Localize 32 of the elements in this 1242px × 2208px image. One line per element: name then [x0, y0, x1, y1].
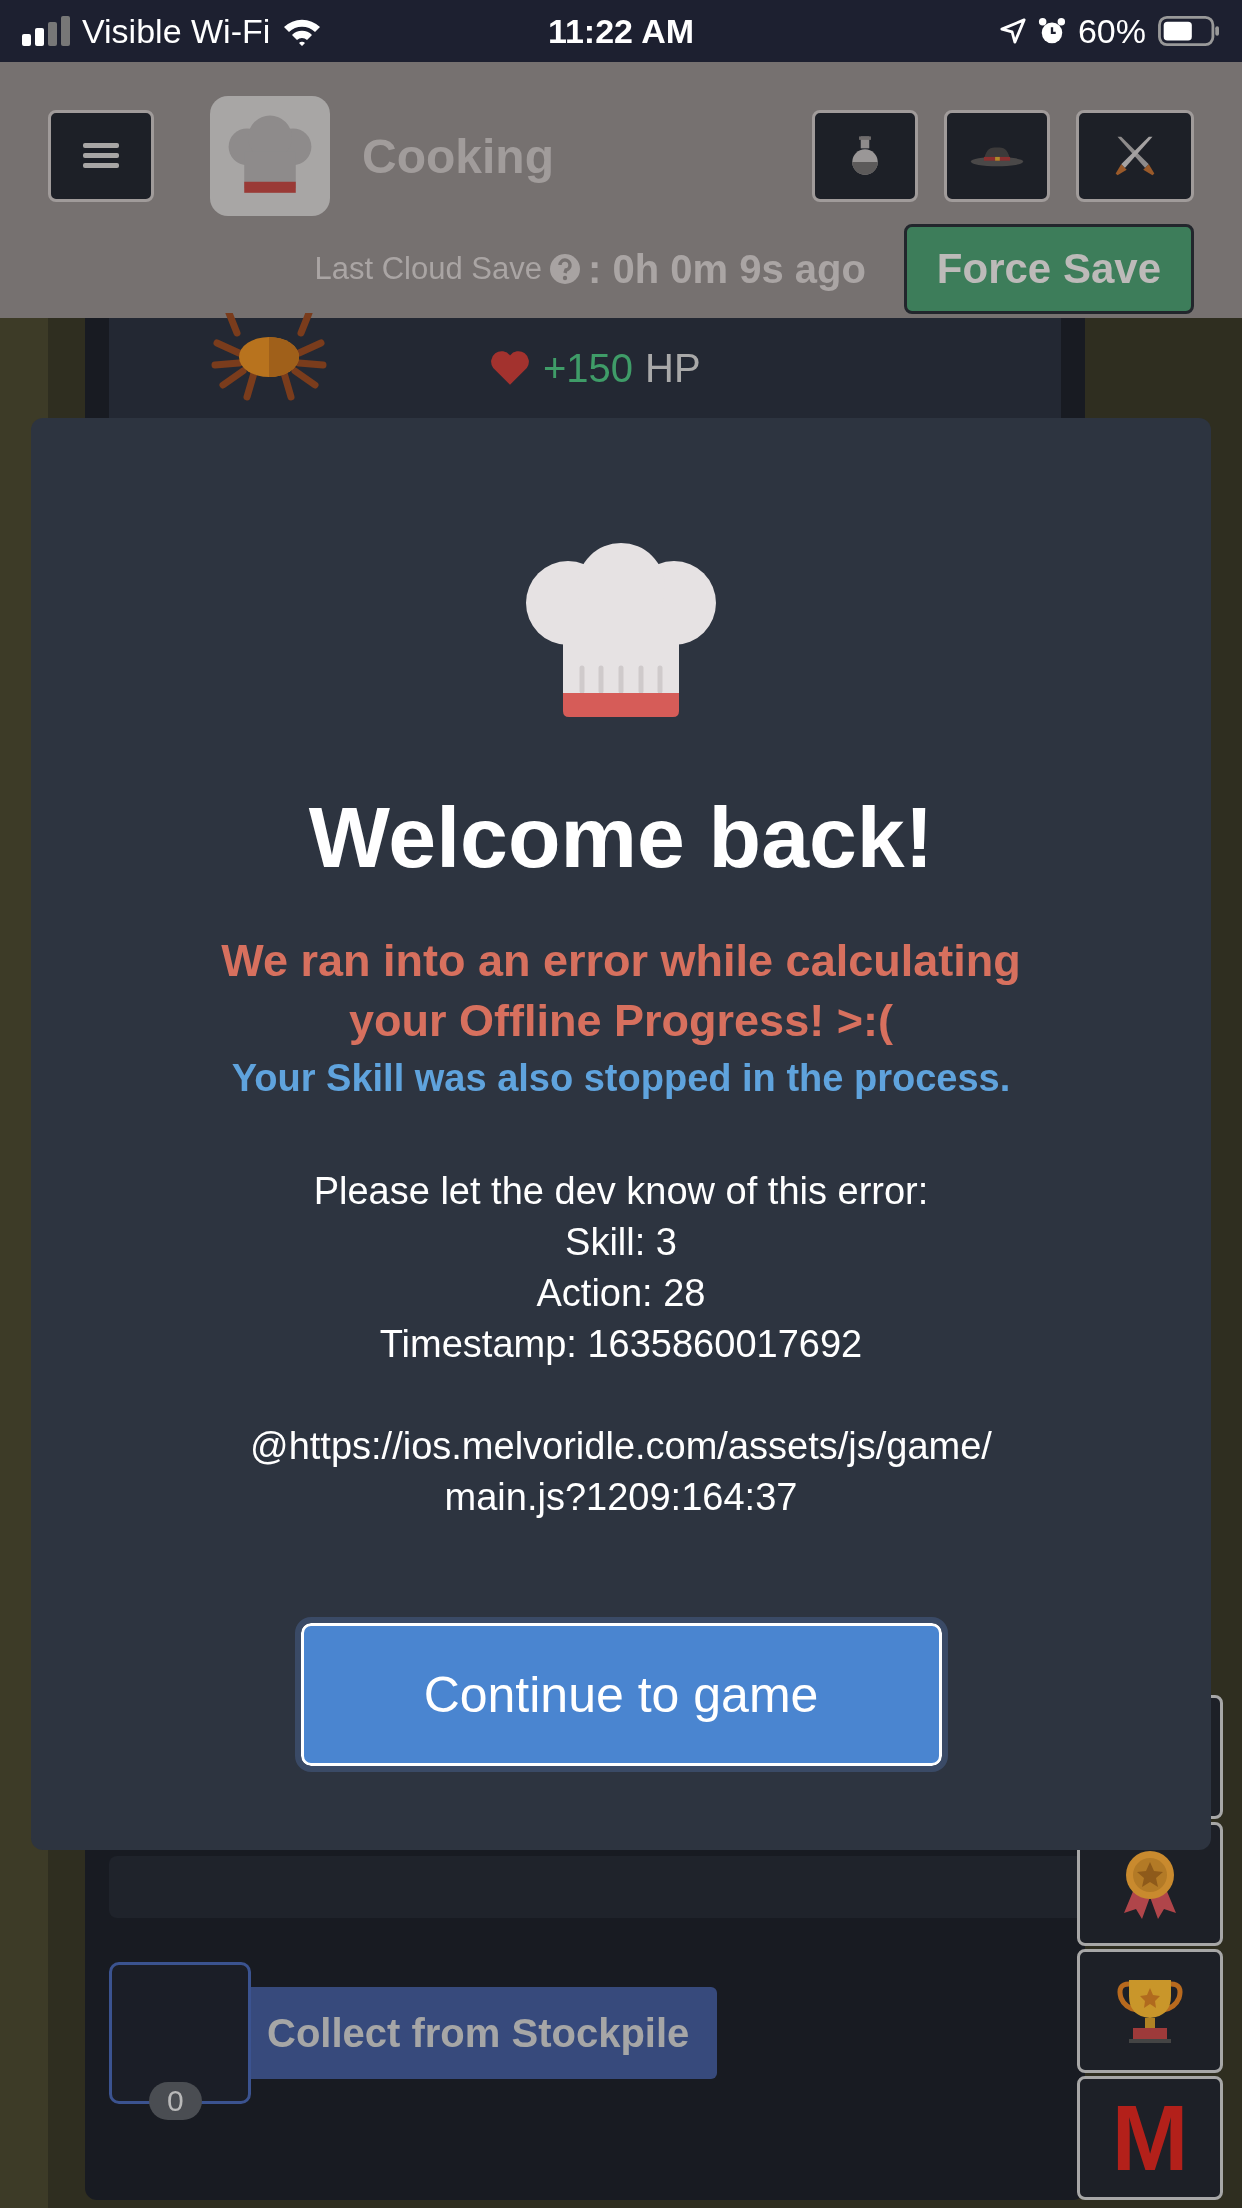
stack-trace-line: main.js?1209:164:37 [444, 1475, 798, 1520]
stack-trace-line: @https://ios.melvoridle.com/assets/js/game/ [250, 1424, 992, 1469]
skill-stopped-note: Your Skill was also stopped in the process. [231, 1057, 1011, 1100]
error-message: We ran into an error while calculating your Offline Progress! >:( [220, 934, 1022, 1048]
heal-amount: +150 [543, 345, 634, 391]
alarm-icon [1037, 17, 1066, 45]
potion-button[interactable] [812, 110, 918, 202]
force-save-button[interactable]: Force Save [903, 224, 1194, 314]
menu-icon [83, 141, 119, 171]
chef-hat-icon [526, 543, 716, 718]
collect-button[interactable]: Collect from Stockpile [251, 1987, 718, 2079]
heart-icon [489, 349, 531, 387]
logo-letter: M [1111, 2092, 1189, 2184]
error-detail-line: Timestamp: 1635860017692 [379, 1322, 863, 1367]
item-count: 0 [149, 2082, 202, 2120]
error-detail-line: Please let the dev know of this error: [313, 1169, 929, 1214]
carrier-name: Visible Wi-Fi [82, 11, 271, 51]
dialog-title: Welcome back! [308, 788, 934, 887]
clock-time: 11:22 AM [547, 11, 695, 51]
menu-button[interactable] [48, 110, 154, 202]
battery-icon [1158, 16, 1220, 46]
error-detail-line: Action: 28 [536, 1271, 706, 1316]
hat-button[interactable] [944, 110, 1050, 202]
error-detail-line: Skill: 3 [565, 1220, 677, 1265]
location-icon [999, 18, 1026, 44]
crab-icon [209, 313, 329, 403]
hp-unit: HP [645, 345, 701, 391]
trophy-button[interactable] [1077, 1949, 1223, 2073]
game-logo-button[interactable]: M [1077, 2076, 1223, 2200]
battery-percent: 60% [1077, 11, 1146, 51]
signal-icon [22, 16, 70, 46]
combat-button[interactable] [1076, 110, 1194, 202]
